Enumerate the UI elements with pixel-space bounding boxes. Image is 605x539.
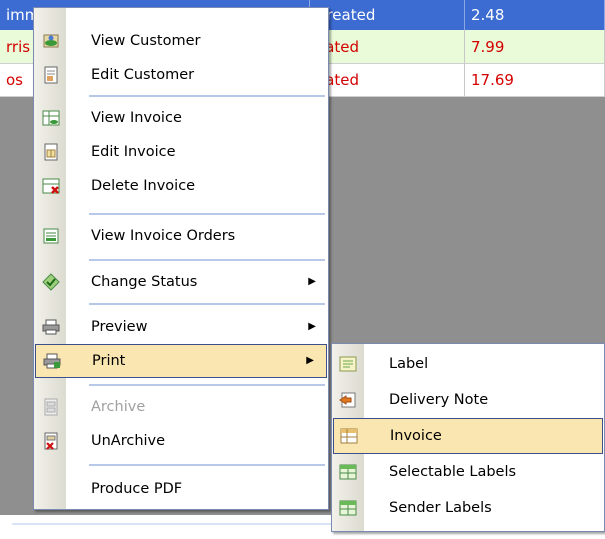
- menu-item-label: View Invoice Orders: [91, 228, 236, 244]
- menu-item-edit-customer[interactable]: Edit Customer: [34, 58, 328, 92]
- submenu-arrow-icon: ▶: [308, 276, 316, 287]
- menu-item-unarchive[interactable]: UnArchive: [34, 424, 328, 458]
- unarchive-icon: [42, 432, 60, 450]
- context-menu: View Customer Edit Customer View Invoice…: [33, 7, 329, 510]
- amount-cell[interactable]: 7.99: [465, 30, 605, 64]
- menu-item-label: UnArchive: [91, 433, 166, 449]
- submenu-item-selectable-labels[interactable]: Selectable Labels: [332, 454, 604, 490]
- submenu-item-text: Selectable Labels: [389, 464, 517, 480]
- menu-separator: [89, 95, 325, 97]
- invoice-orders-icon: [42, 227, 60, 245]
- print-icon: [43, 352, 61, 370]
- change-status-icon: [42, 273, 60, 291]
- menu-item-label: Edit Customer: [91, 67, 195, 83]
- submenu-item-text: Label: [389, 356, 429, 372]
- view-invoice-icon: [42, 109, 60, 127]
- delete-invoice-icon: [42, 177, 60, 195]
- menu-item-label: View Customer: [91, 33, 201, 49]
- menu-item-view-invoice-orders[interactable]: View Invoice Orders: [34, 219, 328, 253]
- amount-cell[interactable]: 2.48: [465, 0, 605, 30]
- submenu-item-invoice[interactable]: Invoice: [333, 418, 603, 454]
- status-cell[interactable]: eated: [310, 64, 465, 97]
- archive-icon: [42, 398, 60, 416]
- menu-item-archive[interactable]: Archive: [34, 390, 328, 424]
- amount-cell[interactable]: 17.69: [465, 64, 605, 97]
- preview-icon: [42, 318, 60, 336]
- menu-item-label: Preview: [91, 319, 148, 335]
- menu-item-label: Produce PDF: [91, 481, 183, 497]
- menu-item-print[interactable]: Print ▶: [35, 344, 327, 378]
- submenu-arrow-icon: ▶: [308, 321, 316, 332]
- submenu-item-sender-labels[interactable]: Sender Labels: [332, 490, 604, 526]
- submenu-item-label[interactable]: Label: [332, 346, 604, 382]
- menu-item-label: Edit Invoice: [91, 144, 176, 160]
- submenu-arrow-icon: ▶: [306, 355, 314, 366]
- print-submenu: Label Delivery Note Invoice Selectable L…: [331, 343, 605, 532]
- menu-item-label: Archive: [91, 399, 146, 415]
- status-cell[interactable]: Created: [310, 0, 465, 30]
- submenu-item-delivery-note[interactable]: Delivery Note: [332, 382, 604, 418]
- label-icon: [339, 355, 357, 373]
- menu-separator: [89, 464, 325, 466]
- edit-invoice-icon: [42, 143, 60, 161]
- edit-customer-icon: [42, 66, 60, 84]
- menu-separator: [89, 384, 325, 386]
- menu-item-label: Delete Invoice: [91, 178, 196, 194]
- invoice-grid-icon: [340, 427, 358, 445]
- selectable-labels-icon: [339, 463, 357, 481]
- menu-item-produce-pdf[interactable]: Produce PDF: [34, 472, 328, 506]
- menu-item-change-status[interactable]: Change Status ▶: [34, 265, 328, 299]
- menu-item-view-customer[interactable]: View Customer: [34, 24, 328, 58]
- status-cell[interactable]: eated: [310, 30, 465, 64]
- view-customer-icon: [42, 32, 60, 50]
- menu-item-label: Change Status: [91, 274, 198, 290]
- submenu-item-text: Sender Labels: [389, 500, 492, 516]
- sender-labels-icon: [339, 499, 357, 517]
- menu-item-label: Print: [92, 353, 126, 369]
- submenu-item-text: Delivery Note: [389, 392, 489, 408]
- menu-item-edit-invoice[interactable]: Edit Invoice: [34, 135, 328, 169]
- menu-item-delete-invoice[interactable]: Delete Invoice: [34, 169, 328, 203]
- menu-item-preview[interactable]: Preview ▶: [34, 310, 328, 344]
- menu-separator: [89, 259, 325, 261]
- delivery-note-icon: [339, 391, 357, 409]
- menu-item-label: View Invoice: [91, 110, 182, 126]
- menu-separator: [89, 303, 325, 305]
- menu-separator: [89, 213, 325, 215]
- menu-item-view-invoice[interactable]: View Invoice: [34, 101, 328, 135]
- submenu-item-text: Invoice: [390, 428, 442, 444]
